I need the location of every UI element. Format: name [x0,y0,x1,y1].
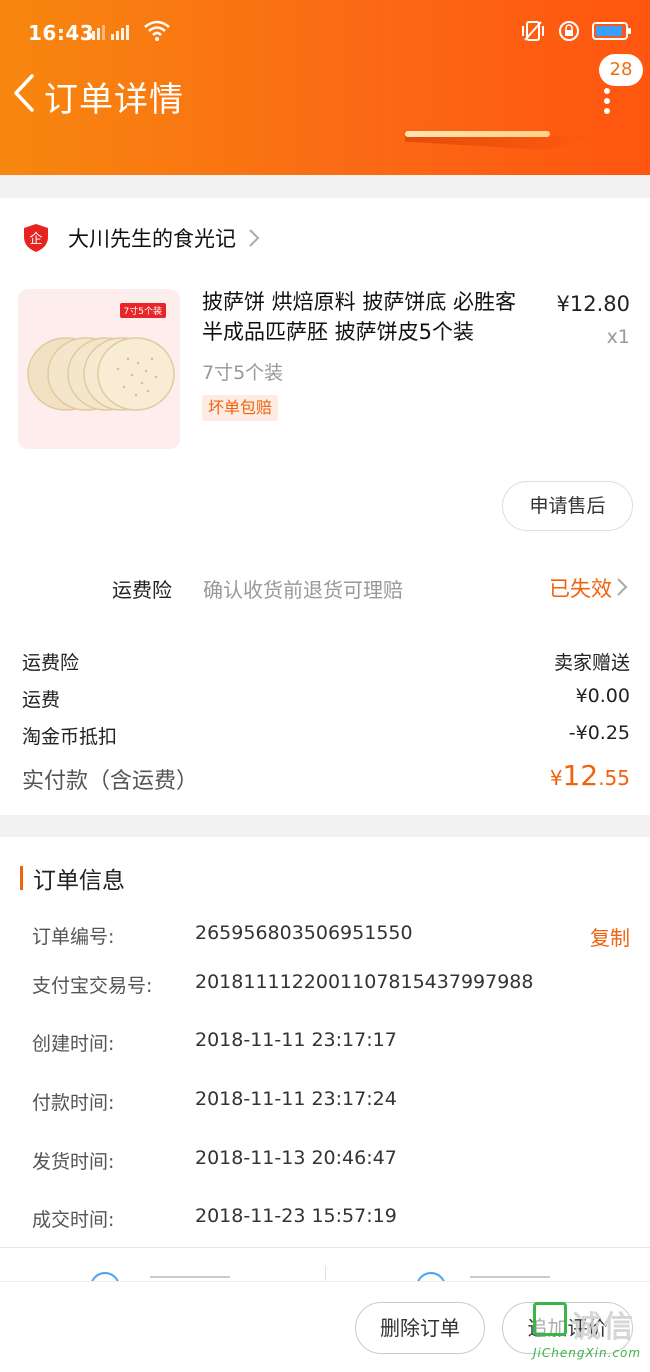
product-spec: 7寸5个装 [202,362,284,384]
fee-value: 卖家赠送 [553,652,630,674]
order-item-card: 企 大川先生的食光记 7寸5个装 披萨饼 烘焙原料 披萨饼底 必胜客半成品匹萨胚… [0,198,650,815]
more-menu-icon[interactable] [600,88,614,118]
info-value: 2018-11-23 15:57:19 [195,1205,397,1227]
info-value: 265956803506951550 [195,922,413,944]
info-value: 2018-11-11 23:17:17 [195,1029,397,1051]
info-value: 2018-11-13 20:46:47 [195,1147,397,1169]
alipay-trade-row: 支付宝交易号: 2018111122001107815437997988 [32,971,630,1001]
insurance-status: 已失效 [549,577,612,601]
order-info-card: 订单信息 订单编号: 265956803506951550 复制 支付宝交易号:… [0,837,650,1247]
enterprise-shield-icon: 企 [24,224,48,252]
fee-label: 运费 [22,689,61,711]
total-paid-amount: ¥12.55 [549,759,630,792]
info-label: 付款时间: [32,1092,115,1114]
info-label: 创建时间: [32,1033,115,1055]
info-label: 成交时间: [32,1209,115,1231]
product-quantity: x1 [606,326,630,348]
info-label: 订单编号: [32,926,115,948]
total-paid-row: 实付款（含运费） ¥12.55 [22,759,630,803]
watermark-text: 诚信 [571,1310,635,1345]
insurance-label: 运费险 [112,578,172,602]
message-count-badge[interactable]: 28 [599,54,643,86]
contact-seller-icon[interactable] [90,1272,120,1281]
chevron-right-icon [617,578,628,596]
section-accent-bar [20,866,23,890]
status-bar: 16:43 [0,0,650,64]
divider [325,1266,326,1281]
fee-value: ¥0.00 [575,685,630,707]
fee-row: 运费险 卖家赠送 [22,646,630,683]
shop-name: 大川先生的食光记 [68,227,236,251]
info-value: 2018-11-11 23:17:24 [195,1088,397,1110]
fee-label: 运费险 [22,652,80,674]
call-seller-icon[interactable] [416,1272,446,1281]
wifi-icon [144,20,170,41]
app-header: 16:43 订单详情 28 [0,0,650,175]
header-decoration [405,136,595,150]
header-decoration-line [405,131,550,137]
delete-order-button[interactable]: 删除订单 [355,1302,485,1354]
svg-text:企: 企 [29,231,42,247]
order-info-title: 订单信息 [33,868,125,894]
fee-row: 运费 ¥0.00 [22,683,630,720]
product-image[interactable]: 7寸5个装 [18,289,180,449]
product-image-tag: 7寸5个装 [119,303,166,318]
total-paid-label: 实付款（含运费） [22,769,199,794]
fee-value: -¥0.25 [568,722,630,744]
vibrate-icon [522,21,544,41]
lock-rotation-icon [559,21,579,41]
product-title[interactable]: 披萨饼 烘焙原料 披萨饼底 必胜客半成品匹萨胚 披萨饼皮5个装 [202,287,532,347]
info-label: 支付宝交易号: [32,975,153,997]
battery-icon [592,22,631,40]
watermark-url: JiChengXin.com [533,1346,642,1360]
fee-label: 淘金币抵扣 [22,726,118,748]
watermark-logo-icon [533,1302,567,1336]
product-badge: 坏单包赔 [202,395,279,421]
signal-icon [87,22,129,40]
info-value: 2018111122001107815437997988 [195,971,534,993]
info-label: 发货时间: [32,1151,115,1173]
paid-time-row: 付款时间: 2018-11-11 23:17:24 [32,1088,630,1118]
product-price: ¥12.80 [556,292,630,316]
page-title: 订单详情 [44,80,184,120]
shipped-time-row: 发货时间: 2018-11-13 20:46:47 [32,1147,630,1177]
completed-time-row: 成交时间: 2018-11-23 15:57:19 [32,1205,630,1235]
fee-list: 运费险 卖家赠送 运费 ¥0.00 淘金币抵扣 -¥0.25 实付款（含运费） … [22,646,630,803]
contact-row-partial [0,1247,650,1281]
shipping-insurance-row[interactable]: 运费险 确认收货前退货可理赔 已失效 [0,568,650,608]
site-watermark: 诚信 JiChengXin.com [533,1300,645,1366]
chevron-right-icon [249,229,260,247]
copy-button[interactable]: 复制 [590,922,630,951]
order-number-row: 订单编号: 265956803506951550 复制 [32,922,630,952]
shop-link[interactable]: 企 大川先生的食光记 [22,220,260,256]
created-time-row: 创建时间: 2018-11-11 23:17:17 [32,1029,630,1059]
apply-after-sale-button[interactable]: 申请售后 [502,481,633,531]
back-arrow-icon[interactable] [10,72,40,114]
insurance-description: 确认收货前退货可理赔 [203,578,403,602]
order-info-header: 订单信息 [20,863,125,894]
status-time: 16:43 [28,21,95,45]
fee-row: 淘金币抵扣 -¥0.25 [22,720,630,757]
